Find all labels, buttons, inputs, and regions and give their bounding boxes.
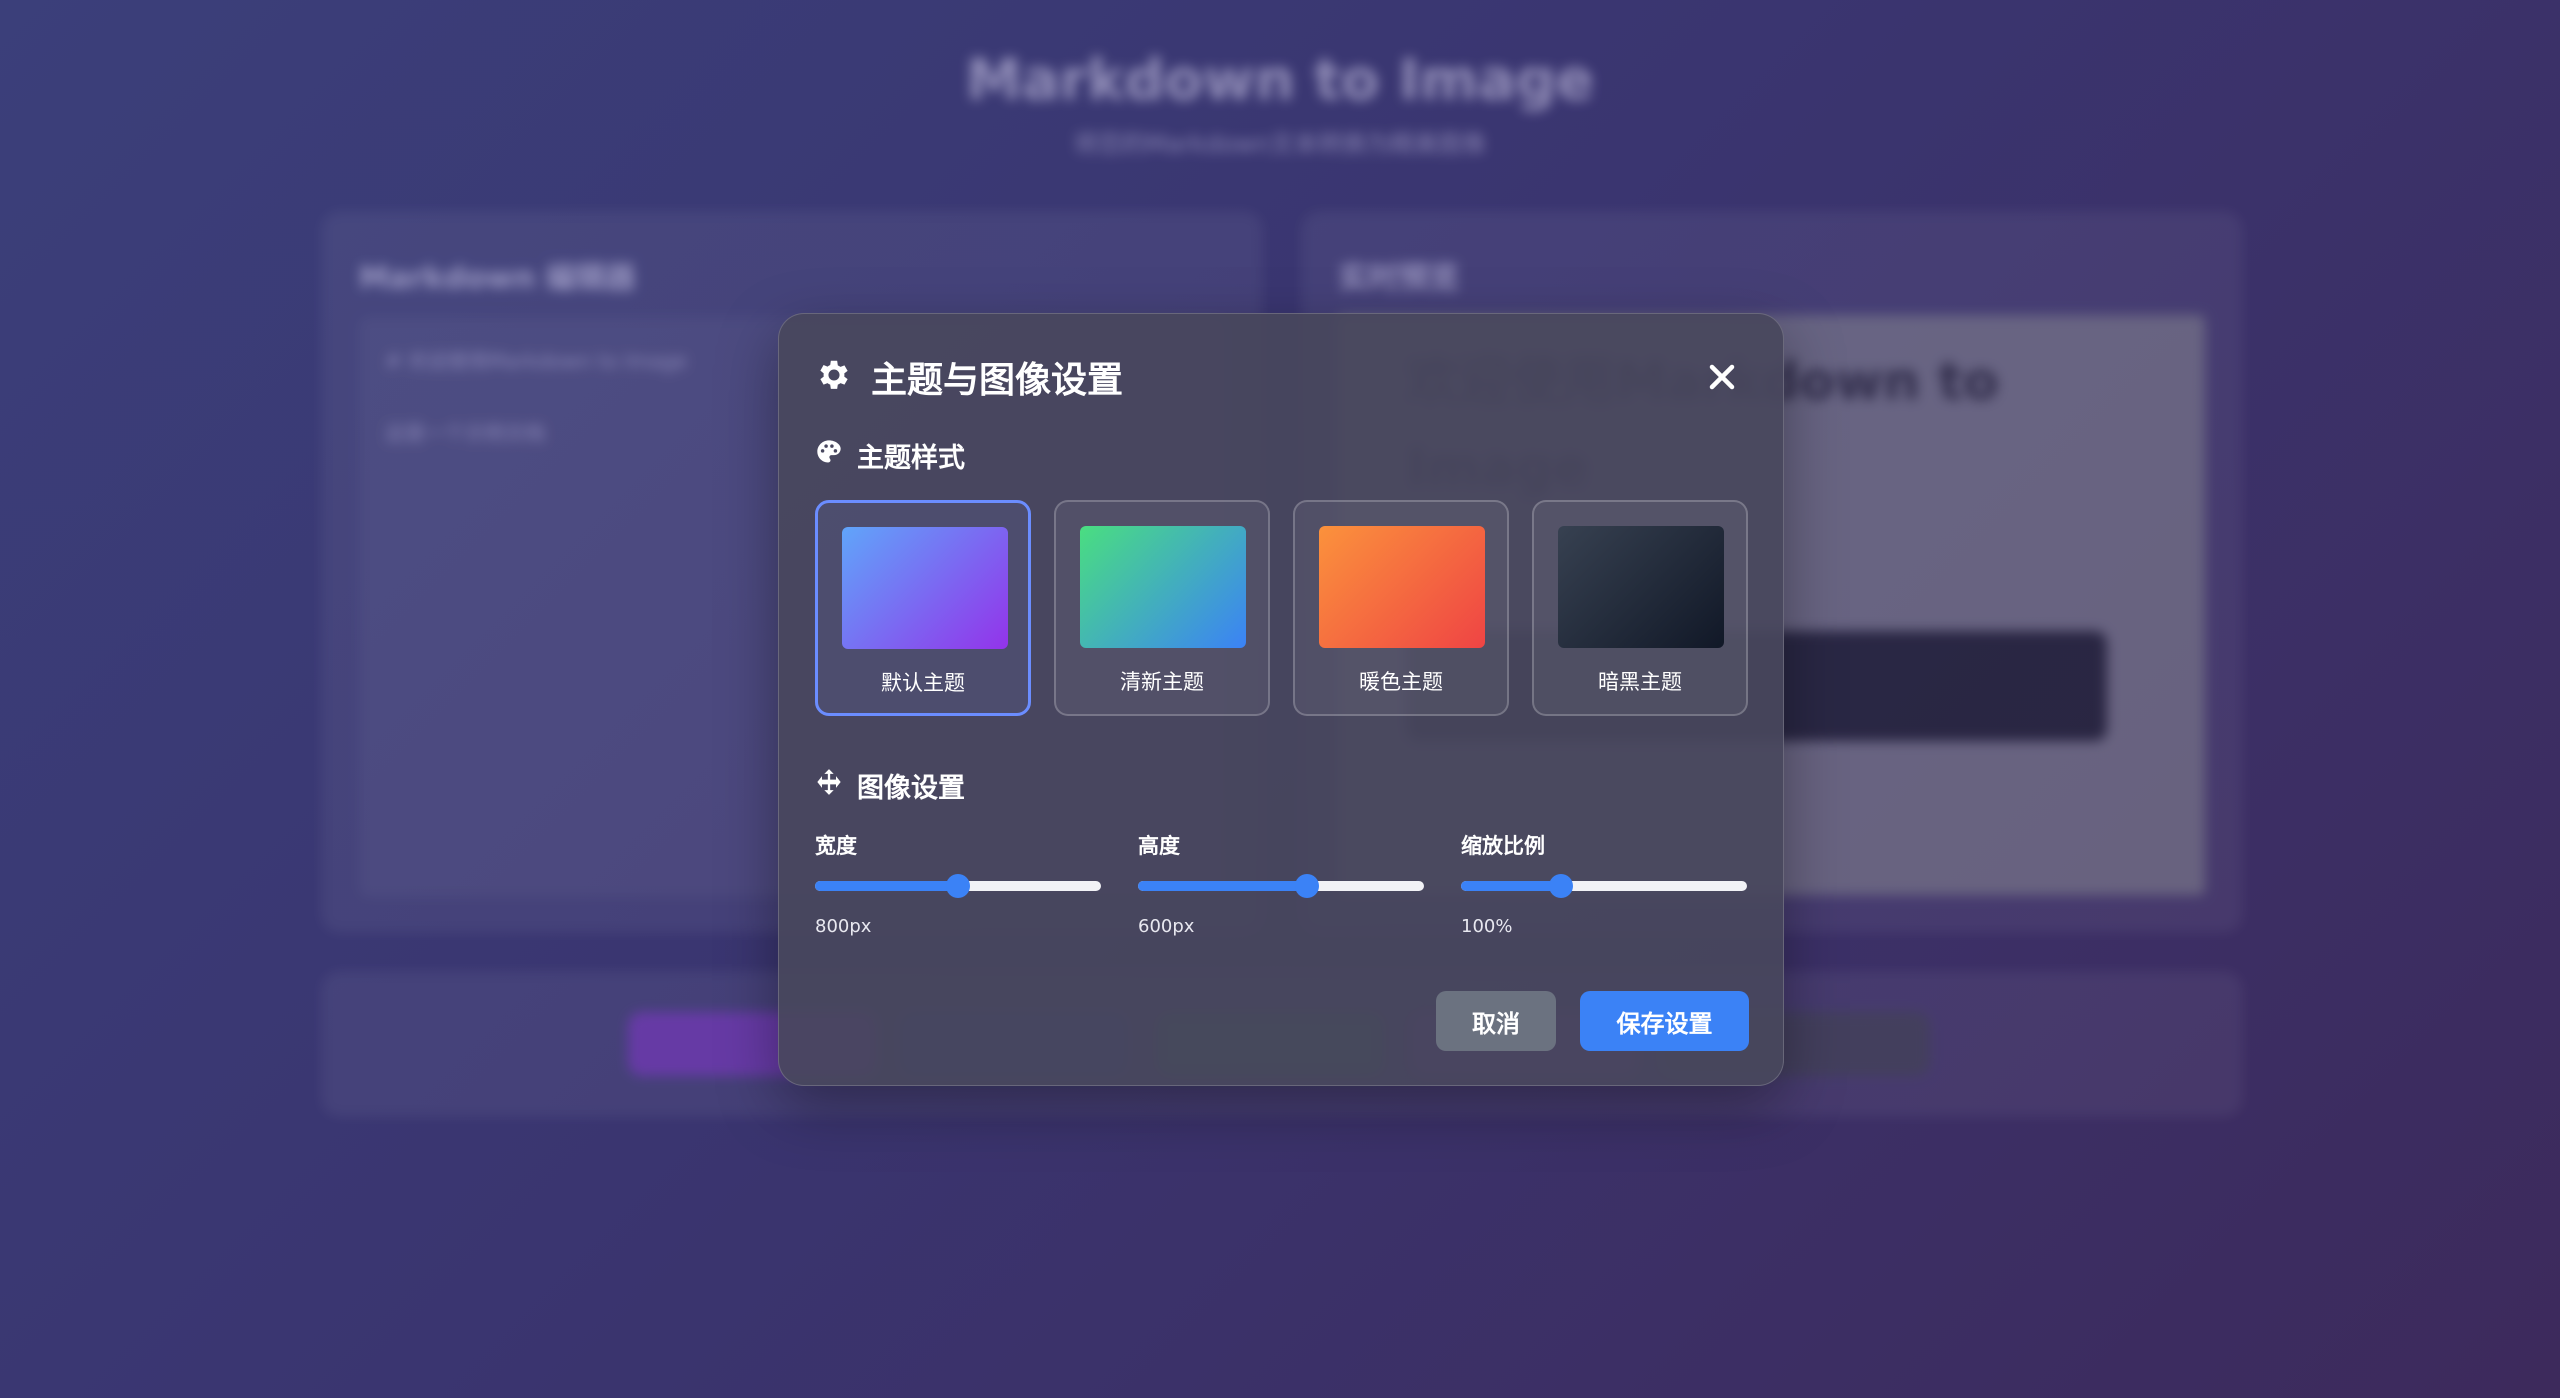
close-button[interactable] <box>1697 352 1747 402</box>
height-slider[interactable] <box>1138 874 1424 898</box>
image-section-title: 图像设置 <box>815 766 965 805</box>
width-value: 800px <box>815 916 872 937</box>
modal-header: 主题与图像设置 <box>815 352 1123 402</box>
height-label: 高度 <box>1138 834 1180 858</box>
theme-label: 暖色主题 <box>1359 670 1443 694</box>
theme-option-dark[interactable]: 暗黑主题 <box>1532 500 1748 716</box>
theme-label: 默认主题 <box>881 671 965 695</box>
theme-option-fresh[interactable]: 清新主题 <box>1054 500 1270 716</box>
scale-slider-group: 缩放比例 100% <box>1461 830 1747 937</box>
theme-label: 暗黑主题 <box>1598 670 1682 694</box>
height-slider-group: 高度 600px <box>1138 830 1424 937</box>
image-section-label: 图像设置 <box>857 773 965 804</box>
close-icon <box>1709 364 1735 390</box>
save-settings-button[interactable]: 保存设置 <box>1580 991 1749 1051</box>
scale-value: 100% <box>1461 916 1513 937</box>
width-slider-group: 宽度 800px <box>815 830 1101 937</box>
arrows-move-icon <box>815 768 843 803</box>
slider-fill <box>1461 881 1562 891</box>
theme-option-warm[interactable]: 暖色主题 <box>1293 500 1509 716</box>
gear-icon <box>815 356 853 398</box>
app-subtitle: 将您的Markdown文本转换为精美图像 <box>1074 130 1486 158</box>
preview-panel-title: 实时预览 <box>1339 261 1459 296</box>
theme-swatch <box>1558 526 1724 648</box>
theme-swatch <box>1080 526 1246 648</box>
width-slider[interactable] <box>815 874 1101 898</box>
slider-fill <box>1138 881 1307 891</box>
theme-swatch <box>1319 526 1485 648</box>
modal-title: 主题与图像设置 <box>871 360 1124 401</box>
settings-modal: 主题与图像设置 主题样式 默认主题 清新主题 暖色主题 暗黑主题 图像设置 宽度… <box>778 313 1784 1086</box>
theme-options: 默认主题 清新主题 暖色主题 暗黑主题 <box>815 500 1749 716</box>
scale-label: 缩放比例 <box>1461 834 1545 858</box>
theme-swatch <box>842 527 1008 649</box>
theme-option-default[interactable]: 默认主题 <box>815 500 1031 716</box>
theme-section-title: 主题样式 <box>815 436 965 475</box>
slider-thumb[interactable] <box>946 874 970 898</box>
cancel-button[interactable]: 取消 <box>1436 991 1556 1051</box>
width-label: 宽度 <box>815 834 857 858</box>
app-title: Markdown to Image <box>966 48 1594 113</box>
palette-icon <box>815 438 843 473</box>
slider-thumb[interactable] <box>1549 874 1574 898</box>
scale-slider[interactable] <box>1461 874 1747 898</box>
editor-panel-title: Markdown 编辑器 <box>359 261 636 296</box>
theme-label: 清新主题 <box>1120 670 1204 694</box>
slider-thumb[interactable] <box>1294 874 1319 898</box>
theme-section-label: 主题样式 <box>857 443 965 474</box>
height-value: 600px <box>1138 916 1195 937</box>
slider-fill <box>815 881 958 891</box>
